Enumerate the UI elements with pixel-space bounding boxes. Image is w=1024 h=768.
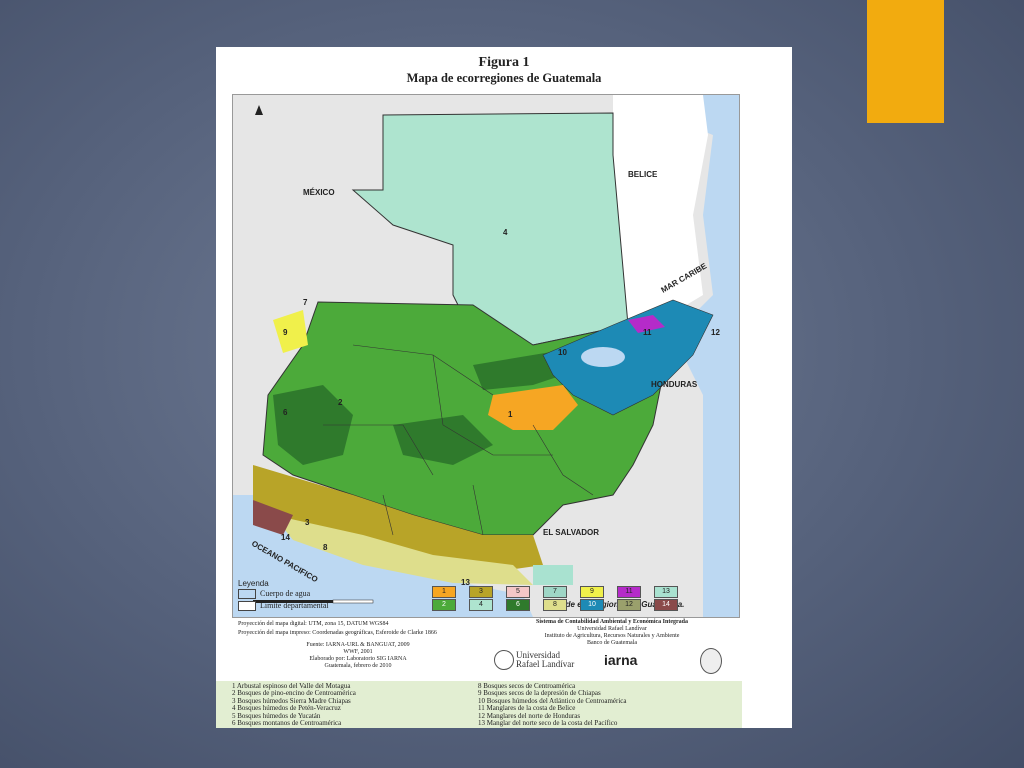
legend-chip-6: 6 <box>506 599 530 611</box>
water-swatch <box>238 589 256 600</box>
legend: Leyenda Cuerpo de agua Límite departamen… <box>232 578 738 616</box>
source-line-2: WWF, 2001 <box>343 649 373 655</box>
ecoregion-map: MÉXICO BELICE HONDURAS EL SALVADOR MAR C… <box>232 94 740 618</box>
region-label-9: 9 <box>283 328 288 337</box>
legend-chip-9: 9 <box>580 586 604 598</box>
lake-izabal <box>581 347 625 367</box>
label-el-salvador: EL SALVADOR <box>543 528 599 537</box>
system-line-4: Banco de Guatemala <box>587 640 637 646</box>
legend-title: Leyenda <box>238 579 269 588</box>
legend-chip-3: 3 <box>469 586 493 598</box>
region-label-6: 6 <box>283 408 288 417</box>
figure-card: Figura 1 Mapa de ecorregiones de Guatema… <box>216 47 792 728</box>
url-seal-icon <box>494 650 514 670</box>
legend-chip-1: 1 <box>432 586 456 598</box>
system-title: Sistema de Contabilidad Ambiental y Econ… <box>535 619 688 625</box>
source-line-4: Guatemala, febrero de 2010 <box>324 663 392 669</box>
region-label-10: 10 <box>558 348 567 357</box>
ecoregion-item: 13 Manglar del norte seco de la costa de… <box>478 719 618 727</box>
region-label-8: 8 <box>323 543 328 552</box>
source-line-1: Fuente: IARNA-URL & BANGUAT, 2009 <box>306 642 410 648</box>
legend-chip-10: 10 <box>580 599 604 611</box>
map-svg: MÉXICO BELICE HONDURAS EL SALVADOR MAR C… <box>233 95 739 617</box>
figure-title: Mapa de ecorregiones de Guatemala <box>406 71 602 85</box>
ecoregion-list: 1 Arbustal espinoso del Valle del Motagu… <box>216 681 742 728</box>
legend-chip-4: 4 <box>469 599 493 611</box>
boundary-swatch <box>238 601 256 612</box>
region-label-4: 4 <box>503 228 508 237</box>
ecoregion-item: 6 Bosques montanos de Centroamérica <box>232 719 342 727</box>
banguat-seal-icon <box>700 648 722 674</box>
label-honduras: HONDURAS <box>651 380 698 389</box>
region-label-12: 12 <box>711 328 720 337</box>
legend-chip-8: 8 <box>543 599 567 611</box>
region-label-14: 14 <box>281 533 290 542</box>
system-line-3: Instituto de Agricultura, Recursos Natur… <box>544 633 680 639</box>
logo-url-line-2: Rafael Landívar <box>516 659 575 669</box>
region-label-1: 1 <box>508 410 513 419</box>
legend-chip-7: 7 <box>543 586 567 598</box>
legend-boundary: Límite departamental <box>238 601 329 612</box>
slide: Figura 1 Mapa de ecorregiones de Guatema… <box>0 0 1024 768</box>
region-label-7: 7 <box>303 298 308 307</box>
info-panel: Proyección del mapa digital: UTM, zona 1… <box>232 617 738 680</box>
figure-label: Figura 1 <box>478 55 530 70</box>
region-label-3: 3 <box>305 518 310 527</box>
legend-water: Cuerpo de agua <box>238 589 311 600</box>
legend-chip-12: 12 <box>617 599 641 611</box>
legend-chip-5: 5 <box>506 586 530 598</box>
label-belice: BELICE <box>628 170 658 179</box>
projection-digital: Proyección del mapa digital: UTM, zona 1… <box>238 621 389 627</box>
legend-chip-2: 2 <box>432 599 456 611</box>
region-label-11: 11 <box>643 328 652 337</box>
projection-print: Proyección del mapa impreso: Coordenadas… <box>238 630 437 636</box>
region-label-2: 2 <box>338 398 343 407</box>
legend-chip-11: 11 <box>617 586 641 598</box>
legend-boundary-label: Límite departamental <box>260 601 329 610</box>
legend-chip-13: 13 <box>654 586 678 598</box>
legend-chip-14: 14 <box>654 599 678 611</box>
system-line-2: Universidad Rafael Landívar <box>577 626 647 632</box>
label-mexico: MÉXICO <box>303 188 335 197</box>
legend-water-label: Cuerpo de agua <box>260 589 311 598</box>
logo-iarna: iarna <box>604 652 638 668</box>
accent-bar <box>867 0 944 123</box>
source-line-3: Elaborado por: Laboratorio SIG IARNA <box>309 656 407 662</box>
